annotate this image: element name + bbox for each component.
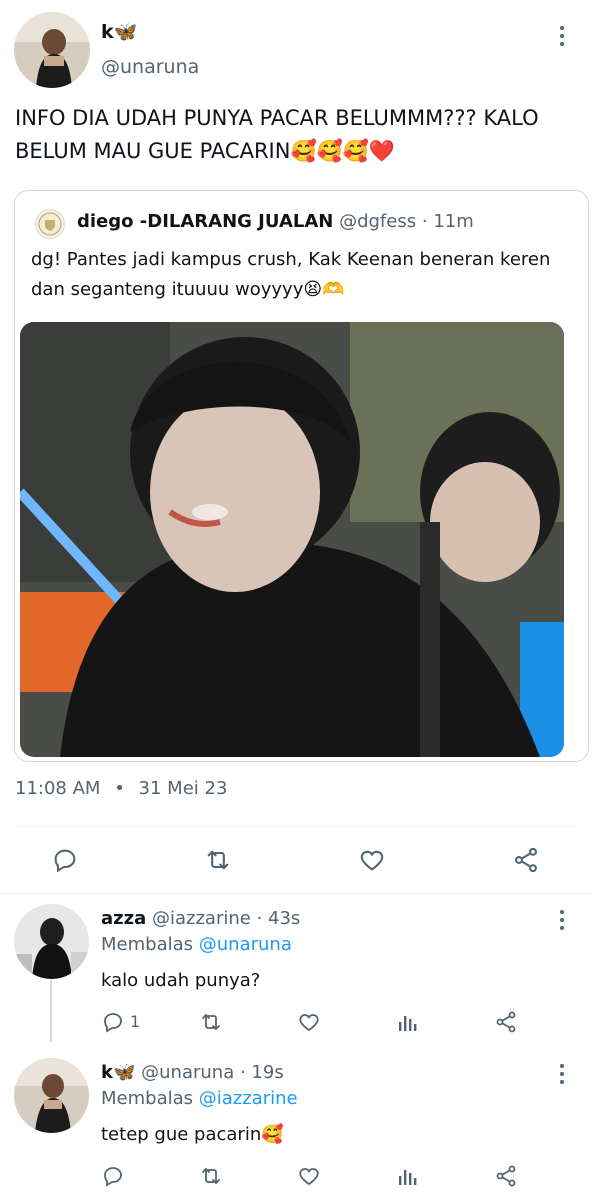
reply-text: kalo udah punya? (101, 970, 261, 991)
views-icon[interactable] (397, 1164, 419, 1188)
more-options-icon[interactable] (558, 26, 566, 50)
quoted-tweet[interactable]: diego -DILARANG JUALAN @dgfess · 11m dg!… (14, 190, 589, 762)
like-icon[interactable] (358, 846, 386, 874)
reply-icon[interactable] (101, 1010, 125, 1034)
avatar[interactable] (14, 1058, 89, 1133)
reply-icon[interactable] (51, 846, 79, 874)
quoted-time: 11m (433, 211, 474, 232)
reply-author-name[interactable]: k🦋 (101, 1062, 135, 1083)
reply-text: tetep gue pacarin🥰 (101, 1124, 284, 1145)
tweet-date: 31 Mei 23 (138, 778, 228, 799)
retweet-icon[interactable] (198, 1010, 224, 1034)
replying-to-prefix: Membalas (101, 934, 194, 955)
avatar[interactable] (14, 12, 90, 88)
more-options-icon[interactable] (558, 910, 566, 934)
thread-line (50, 980, 52, 1042)
like-icon[interactable] (297, 1010, 321, 1034)
reply-sep: · (239, 1062, 246, 1083)
reply-icon[interactable] (101, 1164, 125, 1188)
retweet-icon[interactable] (203, 846, 233, 874)
reply-sep: · (256, 908, 263, 929)
reply-author-handle[interactable]: @iazzarine (152, 908, 251, 929)
reply-author-handle[interactable]: @unaruna (141, 1062, 234, 1083)
quoted-avatar (35, 209, 65, 239)
retweet-icon[interactable] (198, 1164, 224, 1188)
share-icon[interactable] (494, 1164, 518, 1188)
replying-to-handle[interactable]: @unaruna (199, 934, 292, 955)
replying-to-handle[interactable]: @iazzarine (199, 1088, 298, 1109)
like-icon[interactable] (297, 1164, 321, 1188)
time-separator: • (114, 778, 125, 799)
author-handle[interactable]: @unaruna (101, 56, 199, 78)
section-divider (0, 893, 592, 894)
avatar[interactable] (14, 904, 89, 979)
divider (15, 826, 578, 827)
tweet-text: INFO DIA UDAH PUNYA PACAR BELUMMM??? KAL… (15, 106, 539, 163)
views-icon[interactable] (397, 1010, 419, 1034)
reply-time: 43s (268, 908, 301, 929)
quoted-photo[interactable] (20, 322, 564, 757)
quoted-handle: @dgfess (339, 211, 417, 232)
reply-count: 1 (130, 1012, 141, 1031)
more-options-icon[interactable] (558, 1064, 566, 1088)
quoted-sep: · (421, 211, 428, 232)
share-icon[interactable] (512, 846, 540, 874)
quoted-name: diego -DILARANG JUALAN (77, 211, 334, 232)
share-icon[interactable] (494, 1010, 518, 1034)
tweet-time: 11:08 AM (15, 778, 101, 799)
reply-author-name[interactable]: azza (101, 908, 146, 929)
author-name[interactable]: k🦋 (101, 20, 137, 43)
quoted-text: dg! Pantes jadi kampus crush, Kak Keenan… (31, 249, 551, 300)
replying-to-prefix: Membalas (101, 1088, 194, 1109)
reply-time: 19s (251, 1062, 284, 1083)
